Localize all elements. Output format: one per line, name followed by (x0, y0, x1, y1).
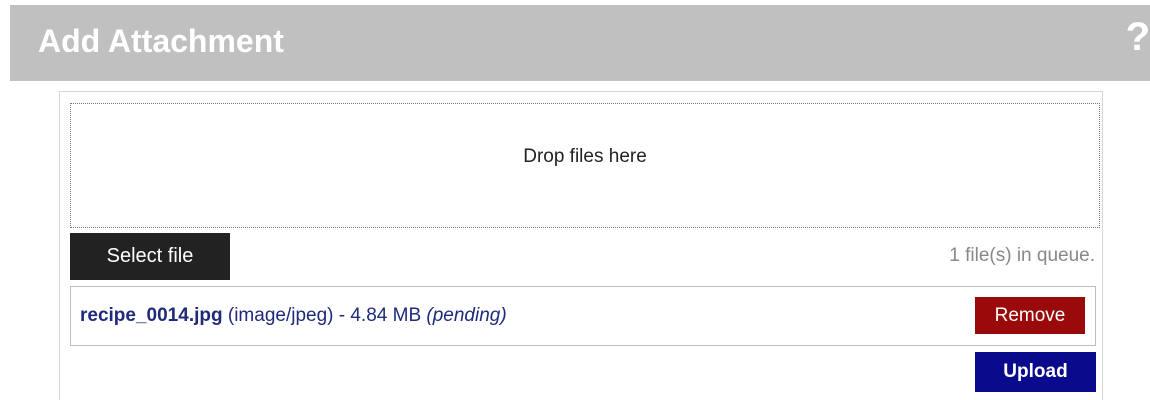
queued-file-row: recipe_0014.jpg (image/jpeg) - 4.84 MB (… (70, 286, 1096, 346)
remove-file-button[interactable]: Remove (975, 297, 1085, 334)
upload-button[interactable]: Upload (975, 352, 1096, 392)
select-file-button[interactable]: Select file (70, 233, 230, 280)
dialog-title: Add Attachment (38, 23, 284, 59)
add-attachment-dialog: Add Attachment ? Drop files here Select … (0, 0, 1150, 400)
queue-count: 1 file(s) in queue. (949, 245, 1095, 266)
dialog-titlebar: Add Attachment ? (10, 5, 1150, 81)
file-dropzone[interactable]: Drop files here (70, 103, 1100, 228)
file-name: recipe_0014.jpg (80, 305, 223, 326)
file-details: (image/jpeg) - 4.84 MB (222, 305, 427, 326)
help-icon[interactable]: ? (1120, 15, 1150, 59)
file-info: recipe_0014.jpg (image/jpeg) - 4.84 MB (… (80, 305, 507, 327)
file-status: (pending) (426, 305, 507, 326)
dropzone-text: Drop files here (523, 146, 647, 167)
